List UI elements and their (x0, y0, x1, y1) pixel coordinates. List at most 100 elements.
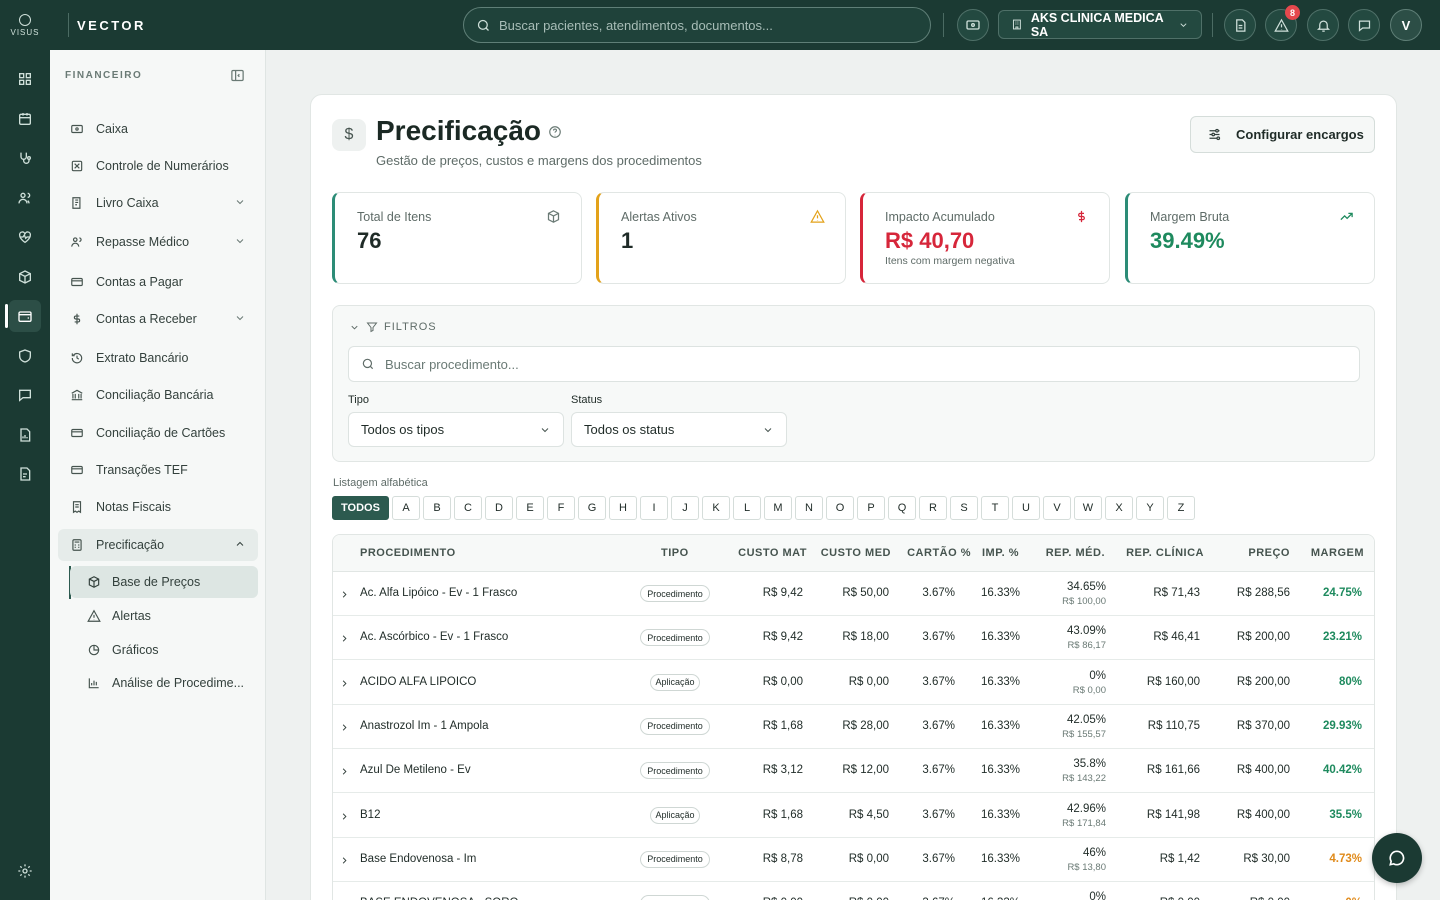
global-search-input[interactable] (499, 17, 919, 33)
column-header[interactable]: CARTÃO % (907, 547, 971, 559)
alpha-letter-button[interactable]: V (1043, 496, 1071, 520)
alpha-letter-button[interactable]: L (733, 496, 761, 520)
clinic-selector[interactable]: AKS CLINICA MEDICA SA (998, 10, 1202, 39)
rail-security[interactable] (9, 340, 41, 372)
rail-messages[interactable] (9, 379, 41, 411)
rail-clinical[interactable] (9, 142, 41, 174)
table-row[interactable]: Ac. Ascórbico - Ev - 1 Frasco Procediment… (333, 616, 1374, 661)
table-row[interactable]: ACIDO ALFA LIPOICO Aplicação R$ 0,00 R$ 0,0… (333, 661, 1374, 705)
rail-health[interactable] (9, 221, 41, 253)
sidebar-subitem-base-precos[interactable]: Base de Preços (70, 566, 258, 598)
rail-settings[interactable] (9, 855, 41, 887)
alpha-letter-button[interactable]: D (485, 496, 513, 520)
table-row[interactable]: B12 Aplicação R$ 1,68 R$ 4,50 3.67% 16.33% 42.… (333, 794, 1374, 838)
alpha-letter-button[interactable]: X (1105, 496, 1133, 520)
alpha-letter-button[interactable]: M (764, 496, 792, 520)
alpha-all-button[interactable]: TODOS (332, 496, 389, 520)
sidebar-item-livro-caixa[interactable]: Livro Caixa (58, 187, 258, 219)
alpha-letter-button[interactable]: C (454, 496, 482, 520)
sidebar-item-caixa[interactable]: Caixa (58, 113, 258, 145)
rail-documents[interactable] (9, 458, 41, 490)
column-header[interactable]: TIPO (661, 547, 689, 559)
configure-charges-button[interactable]: Configurar encargos (1190, 116, 1375, 153)
expand-chevron-icon[interactable] (339, 722, 350, 733)
alpha-letter-button[interactable]: I (640, 496, 668, 520)
notifications-button[interactable] (1307, 9, 1339, 41)
column-header[interactable]: PREÇO (1248, 547, 1290, 559)
alpha-letter-button[interactable]: S (950, 496, 978, 520)
ticket-button[interactable] (957, 9, 989, 41)
sidebar-item-conciliacao-bancaria[interactable]: Conciliação Bancária (58, 379, 258, 411)
sidebar-item-precificacao[interactable]: Precificação (58, 529, 258, 561)
table-row[interactable]: Base Endovenosa - Im Procedimento R$ 8,78 R… (333, 838, 1374, 882)
expand-chevron-icon[interactable] (339, 811, 350, 822)
expand-chevron-icon[interactable] (339, 678, 350, 689)
sidebar-item-transacoes-tef[interactable]: Transações TEF (58, 454, 258, 486)
alpha-letter-button[interactable]: R (919, 496, 947, 520)
alpha-letter-button[interactable]: U (1012, 496, 1040, 520)
help-icon[interactable] (548, 125, 562, 139)
alpha-letter-button[interactable]: F (547, 496, 575, 520)
sidebar-item-repasse-medico[interactable]: Repasse Médico (58, 226, 258, 258)
documents-button[interactable] (1224, 9, 1256, 41)
rail-inventory[interactable] (9, 261, 41, 293)
alpha-letter-button[interactable]: T (981, 496, 1009, 520)
alpha-letter-button[interactable]: Q (888, 496, 916, 520)
user-avatar[interactable]: V (1390, 9, 1422, 41)
column-header[interactable]: PROCEDIMENTO (360, 547, 456, 559)
sidebar-item-notas-fiscais[interactable]: Notas Fiscais (58, 491, 258, 523)
messages-button[interactable] (1348, 9, 1380, 41)
alpha-letter-button[interactable]: P (857, 496, 885, 520)
alpha-letter-button[interactable]: G (578, 496, 606, 520)
table-row[interactable]: Anastrozol Im - 1 Ampola Procedimento R$ 1… (333, 705, 1374, 749)
column-header[interactable]: IMP. % (982, 547, 1019, 559)
expand-chevron-icon[interactable] (339, 766, 350, 777)
expand-chevron-icon[interactable] (339, 633, 350, 644)
rail-dashboard[interactable] (9, 63, 41, 95)
alpha-letter-button[interactable]: Z (1167, 496, 1195, 520)
alpha-letter-button[interactable]: A (392, 496, 420, 520)
sidebar-item-conciliacao-cartoes[interactable]: Conciliação de Cartões (58, 417, 258, 449)
expand-chevron-icon[interactable] (339, 589, 350, 600)
global-search[interactable] (463, 7, 931, 43)
type-filter-select[interactable]: Todos os tipos (348, 412, 564, 447)
sidebar-subitem-graficos[interactable]: Gráficos (70, 634, 258, 666)
filters-toggle[interactable]: FILTROS (349, 321, 437, 333)
alpha-letter-button[interactable]: K (702, 496, 730, 520)
table-row[interactable]: BASE ENDOVENOSA - SOROProcedimentoR$ 0,0… (333, 882, 1374, 900)
sidebar-item-controle-numerarios[interactable]: Controle de Numerários (58, 150, 258, 182)
table-row[interactable]: Azul De Metileno - Ev Procedimento R$ 3,12… (333, 749, 1374, 794)
alpha-letter-button[interactable]: Y (1136, 496, 1164, 520)
sidebar-item-extrato[interactable]: Extrato Bancário (58, 342, 258, 374)
sidebar-subitem-alertas[interactable]: Alertas (70, 600, 258, 632)
rail-calendar[interactable] (9, 103, 41, 135)
sidebar-item-contas-receber[interactable]: Contas a Receber (58, 303, 258, 335)
alpha-letter-button[interactable]: W (1074, 496, 1102, 520)
alpha-letter-button[interactable]: E (516, 496, 544, 520)
alpha-letter-button[interactable]: H (609, 496, 637, 520)
status-filter-select[interactable]: Todos os status (571, 412, 787, 447)
column-header[interactable]: CUSTO MAT (738, 547, 807, 559)
visus-logo[interactable]: VISUS (0, 0, 50, 50)
sidebar-item-contas-pagar[interactable]: Contas a Pagar (58, 266, 258, 298)
column-header[interactable]: REP. CLÍNICA (1126, 547, 1204, 559)
alpha-letter-button[interactable]: B (423, 496, 451, 520)
rail-reports[interactable] (9, 419, 41, 451)
tax-percent: 16.33% (980, 675, 1020, 688)
alpha-letter-button[interactable]: J (671, 496, 699, 520)
collapse-sidebar-icon[interactable] (230, 68, 245, 83)
column-header[interactable]: CUSTO MED (821, 547, 891, 559)
sidebar-subitem-analise[interactable]: Análise de Procedime... (70, 667, 258, 699)
chat-support-button[interactable] (1372, 833, 1422, 883)
procedure-search-input[interactable] (385, 356, 1285, 372)
rail-financial[interactable] (9, 300, 41, 332)
alerts-button[interactable]: 8 (1265, 5, 1300, 41)
rail-patients[interactable] (9, 182, 41, 214)
table-row[interactable]: Ac. Alfa Lipóico - Ev - 1 Frasco Procedim… (333, 572, 1374, 616)
alpha-letter-button[interactable]: N (795, 496, 823, 520)
column-header[interactable]: REP. MÉD. (1046, 547, 1105, 559)
alpha-letter-button[interactable]: O (826, 496, 854, 520)
column-header[interactable]: MARGEM (1311, 547, 1364, 559)
procedure-search[interactable] (348, 346, 1360, 382)
expand-chevron-icon[interactable] (339, 855, 350, 866)
